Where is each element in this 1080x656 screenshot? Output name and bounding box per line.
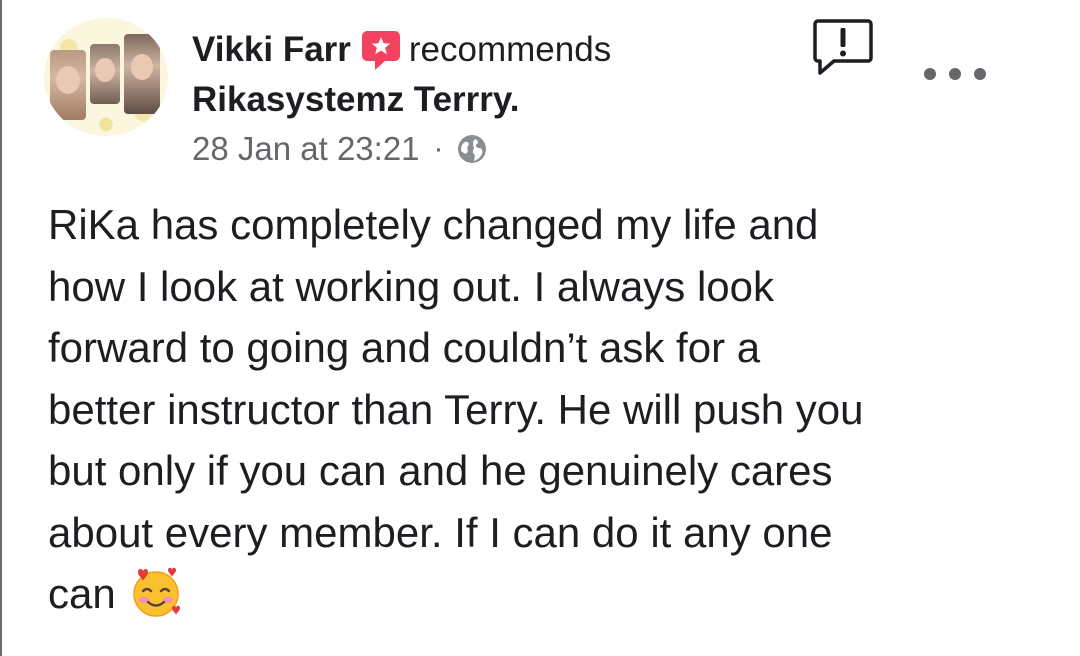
recommendation-post: Vikki Farr recommends Rikasystemz Terrry… [0,0,1080,656]
recommend-badge-icon [361,29,401,71]
smiling-face-with-hearts-emoji [128,564,184,620]
post-meta: 28 Jan at 23:21 · [192,130,488,168]
post-body-line: how I look at working out. I always look [48,262,775,310]
dot-icon [924,68,936,80]
avatar-photo [50,50,86,120]
post-header-line: Vikki Farr recommends [192,28,611,72]
post-body-line: RiKa has completely changed my life and [48,201,819,248]
dot-icon [949,68,961,80]
author-name[interactable]: Vikki Farr [192,30,351,70]
post-body-line: better instructor than Terry. He will pu… [48,385,864,433]
avatar-photo [124,34,160,114]
timestamp[interactable]: 28 Jan at 23:21 [192,130,420,168]
recommended-page-name[interactable]: Rikasystemz Terrry. [192,80,520,120]
report-icon[interactable] [812,16,874,78]
post-body-line: forward to going and couldn’t ask for a [48,324,761,371]
globe-icon[interactable] [456,133,488,165]
avatar-photo [90,44,120,104]
dot-icon [974,68,986,80]
action-text: recommends [408,30,612,69]
post-body-last-line: can [48,563,1048,625]
avatar[interactable] [44,18,168,136]
more-options-icon[interactable] [924,56,986,92]
post-body-line: but only if you can and he genuinely car… [48,447,833,494]
meta-separator: · [433,132,444,165]
post-body-line: about every member. If I can do it any o… [48,508,833,556]
post-body-line: can [48,570,116,617]
post-body: RiKa has completely changed my life and … [48,194,1048,625]
